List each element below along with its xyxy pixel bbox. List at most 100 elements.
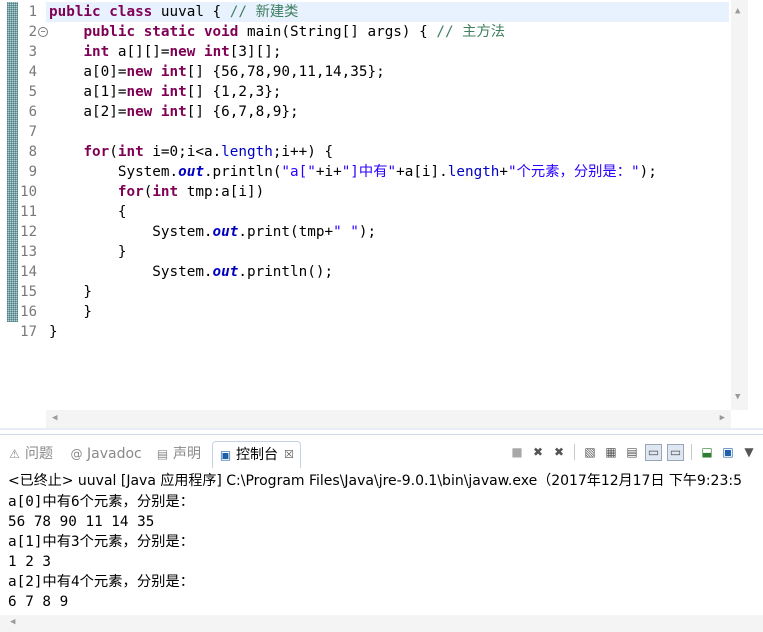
console-output[interactable]: a[0]中有6个元素，分别是： 56 78 90 11 14 35 a[1]中有… xyxy=(8,492,194,612)
line-number: 1 xyxy=(28,4,37,20)
console-toolbar: ■ ✖ ✖ ▧ ▦ ▤ ▭ ▭ ⬓ ▣ ▼ xyxy=(509,443,757,461)
remove-launch-icon[interactable]: ✖ xyxy=(530,444,546,460)
string-literal: "]中有" xyxy=(341,164,397,180)
terminate-icon[interactable]: ■ xyxy=(509,444,525,460)
keyword: new int xyxy=(126,64,187,80)
code-token: ;i++) { xyxy=(272,144,334,160)
console-view: ⚠ 问题 @ Javadoc ▤ 声明 ▣ 控制台 ☒ ■ ✖ ✖ ▧ ▦ ▤ … xyxy=(0,434,763,632)
line-number: 16 xyxy=(20,304,37,320)
console-output-line: a[2]中有4个元素，分别是： xyxy=(8,574,195,590)
tab-declaration[interactable]: ▤ 声明 xyxy=(156,443,201,465)
problems-icon: ⚠ xyxy=(9,446,20,461)
line-number-gutter: 1 2 3 4 5 6 7 8 9 10 11 12 13 14 15 16 1… xyxy=(19,0,46,410)
code-token: [] {1,2,3}; xyxy=(186,84,282,100)
code-line: a[1]=new int[] {1,2,3}; xyxy=(49,82,281,102)
console-horizontal-scrollbar[interactable]: ◀ xyxy=(0,615,763,632)
close-icon[interactable]: ☒ xyxy=(284,442,294,468)
code-line: { xyxy=(49,204,127,220)
code-line: System.out.println("a["+i+"]中有"+a[i].len… xyxy=(49,162,657,182)
view-menu-chevron-down-icon[interactable]: ▼ xyxy=(741,444,757,460)
line-number: 2 xyxy=(28,24,37,40)
line-number: 3 xyxy=(28,44,37,60)
editor-left-ruler xyxy=(0,0,19,430)
console-output-line: 6 7 8 9 xyxy=(8,594,69,610)
line-number: 10 xyxy=(20,184,37,200)
show-on-stdout-icon[interactable]: ▭ xyxy=(645,443,662,461)
scroll-left-icon[interactable]: ◀ xyxy=(52,413,57,423)
comment: // 新建类 xyxy=(229,4,299,20)
console-output-line: 56 78 90 11 14 35 xyxy=(8,514,155,530)
editor-divider xyxy=(0,428,763,430)
line-number: 11 xyxy=(20,204,37,220)
code-line: public class uuval { // 新建类 xyxy=(46,2,729,22)
console-process-label: <已终止> uuval [Java 应用程序] C:\Program Files… xyxy=(8,473,742,489)
scroll-right-icon[interactable]: ▶ xyxy=(720,413,725,423)
keyword: int xyxy=(152,184,179,200)
code-token: a[][]= xyxy=(109,44,170,60)
tab-label: 问题 xyxy=(25,446,53,462)
line-number: 12 xyxy=(20,224,37,240)
code-token: [] {56,78,90,11,14,35}; xyxy=(186,64,385,80)
keyword: new int xyxy=(169,44,230,60)
code-token: main(String[] args) { xyxy=(238,24,437,40)
fold-collapse-icon[interactable]: − xyxy=(38,27,48,37)
code-editor[interactable]: 1 2 3 4 5 6 7 8 9 10 11 12 13 14 15 16 1… xyxy=(0,0,763,430)
string-literal: "个元素，分别是：" xyxy=(508,164,640,180)
code-token: ); xyxy=(639,164,657,180)
code-token: [3][]; xyxy=(229,44,282,60)
keyword: int xyxy=(83,44,110,60)
scroll-lock-icon[interactable]: ▦ xyxy=(603,444,619,460)
remove-all-terminated-icon[interactable]: ✖ xyxy=(551,444,567,460)
scroll-up-icon[interactable]: ▲ xyxy=(735,6,740,16)
editor-horizontal-scrollbar[interactable]: ◀ ▶ xyxy=(46,410,731,428)
comment: // 主方法 xyxy=(436,24,506,40)
code-token: +i+ xyxy=(315,164,342,180)
display-console-icon[interactable]: ▣ xyxy=(720,444,736,460)
code-token: a[1]= xyxy=(49,84,127,100)
line-number: 15 xyxy=(20,284,37,300)
code-token: a[0]= xyxy=(49,64,127,80)
javadoc-icon: @ xyxy=(70,446,83,461)
code-line: a[0]=new int[] {56,78,90,11,14,35}; xyxy=(49,62,385,82)
keyword: new int xyxy=(126,84,187,100)
scroll-down-icon[interactable]: ▼ xyxy=(735,392,740,402)
string-literal: "a[" xyxy=(281,164,316,180)
code-line: System.out.println(); xyxy=(49,262,333,282)
code-token: +a[i]. xyxy=(396,164,448,180)
static-field: out xyxy=(212,224,239,240)
toolbar-separator xyxy=(691,444,692,460)
console-output-line: 1 2 3 xyxy=(8,554,52,570)
code-line: System.out.print(tmp+" "); xyxy=(49,222,376,242)
code-token: ( xyxy=(109,144,118,160)
show-on-stderr-icon[interactable]: ▭ xyxy=(667,443,684,461)
word-wrap-icon[interactable]: ▤ xyxy=(624,444,640,460)
code-token: System. xyxy=(49,264,213,280)
code-token: .println( xyxy=(203,164,282,180)
view-tab-bar: ⚠ 问题 @ Javadoc ▤ 声明 ▣ 控制台 ☒ ■ ✖ ✖ ▧ ▦ ▤ … xyxy=(0,435,763,469)
editor-vertical-scrollbar[interactable]: ▲ ▼ xyxy=(731,0,748,410)
code-line: } xyxy=(49,244,127,260)
code-token: .print(tmp+ xyxy=(238,224,334,240)
line-number: 7 xyxy=(28,124,37,140)
keyword: for xyxy=(117,184,144,200)
code-token: System. xyxy=(49,224,213,240)
line-number: 5 xyxy=(28,84,37,100)
clear-console-icon[interactable]: ▧ xyxy=(582,444,598,460)
tab-console[interactable]: ▣ 控制台 ☒ xyxy=(212,441,301,468)
tab-problems[interactable]: ⚠ 问题 xyxy=(8,443,53,465)
keyword: for xyxy=(83,144,110,160)
code-token: i=0;i<a. xyxy=(143,144,222,160)
line-number: 4 xyxy=(28,64,37,80)
keyword: public static void xyxy=(83,24,239,40)
pin-console-icon[interactable]: ⬓ xyxy=(699,444,715,460)
tab-javadoc[interactable]: @ Javadoc xyxy=(70,443,142,465)
code-line: a[2]=new int[] {6,7,8,9}; xyxy=(49,102,298,122)
scroll-left-icon[interactable]: ◀ xyxy=(10,617,15,627)
static-field: out xyxy=(212,264,239,280)
line-number: 13 xyxy=(20,244,37,260)
tab-label: 声明 xyxy=(173,446,201,462)
